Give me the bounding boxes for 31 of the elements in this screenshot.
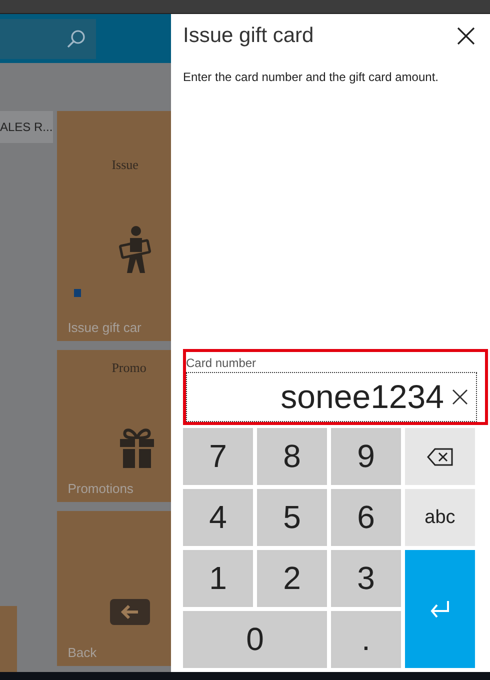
keypad-key[interactable]: 1 <box>183 550 253 607</box>
search-field[interactable] <box>0 18 96 58</box>
keypad-key[interactable]: 6 <box>331 489 401 546</box>
keypad-key[interactable]: . <box>331 611 401 668</box>
search-icon[interactable] <box>66 28 86 48</box>
tile-label: Promotions <box>68 481 134 496</box>
close-icon[interactable] <box>456 26 476 46</box>
keypad-key[interactable]: 3 <box>331 550 401 607</box>
keypad-key[interactable]: abc <box>405 489 475 546</box>
backspace-key[interactable] <box>405 428 475 485</box>
dialog-title: Issue gift card <box>183 24 314 48</box>
keypad-key[interactable]: 0 <box>183 611 327 668</box>
tile-title: Promo <box>112 360 146 376</box>
backspace-icon <box>427 448 453 466</box>
keypad-key[interactable]: 4 <box>183 489 253 546</box>
keypad-key[interactable]: 9 <box>331 428 401 485</box>
keypad-key[interactable]: 8 <box>257 428 327 485</box>
instruction-text: Enter the card number and the gift card amount. <box>183 70 440 84</box>
card-number-field[interactable]: sonee1234 <box>186 372 477 422</box>
indicator-icon <box>74 289 81 297</box>
tile-label: Back <box>68 645 97 660</box>
sales-tile[interactable]: ALES R... <box>0 111 53 143</box>
field-label: Card number <box>186 356 258 370</box>
tile-title: Issue <box>112 157 138 173</box>
keypad-key[interactable]: 2 <box>257 550 327 607</box>
clear-icon[interactable] <box>450 387 470 407</box>
enter-icon <box>429 600 451 618</box>
tile-label: Issue gift car <box>68 320 142 335</box>
keypad-key[interactable]: 5 <box>257 489 327 546</box>
tile[interactable] <box>0 606 17 672</box>
keypad-key[interactable]: 7 <box>183 428 253 485</box>
